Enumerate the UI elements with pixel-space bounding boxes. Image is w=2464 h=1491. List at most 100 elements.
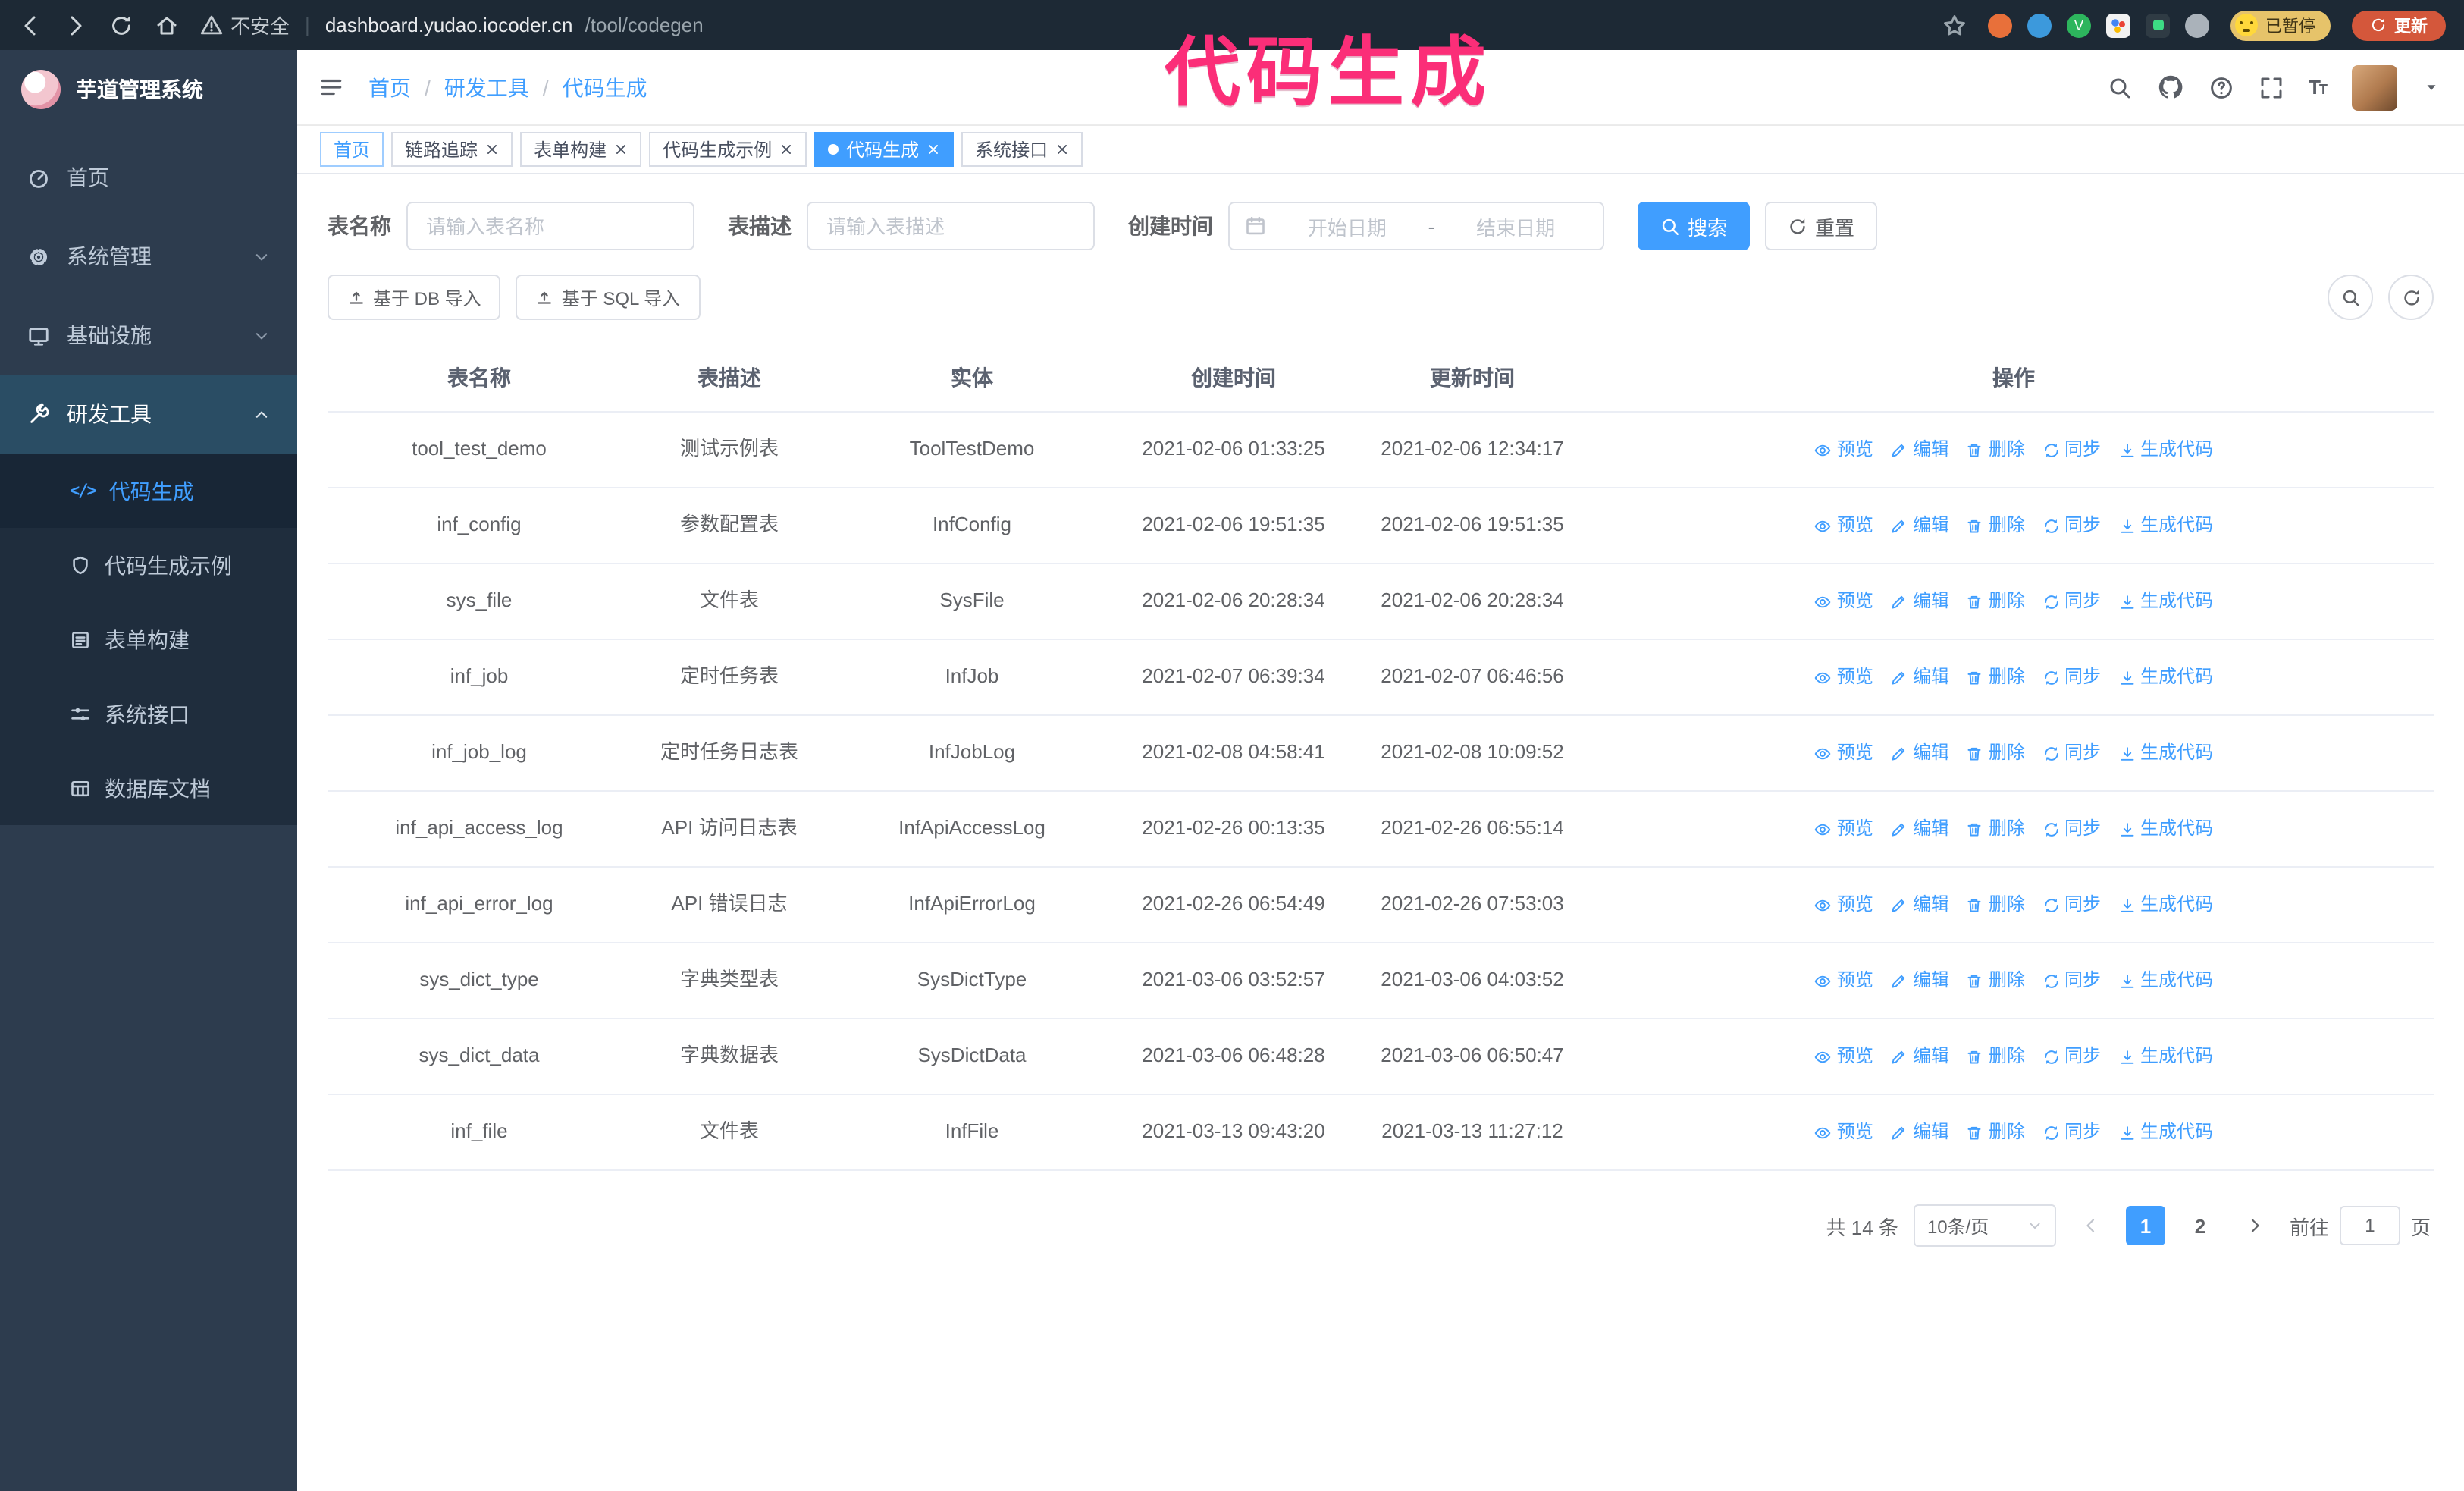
tab[interactable]: 链路追踪 <box>391 132 513 167</box>
next-page-button[interactable] <box>2235 1206 2274 1245</box>
preview-link[interactable]: 预览 <box>1814 890 1873 918</box>
sidebar-item-system[interactable]: 系统管理 <box>0 217 297 296</box>
delete-link[interactable]: 删除 <box>1966 511 2025 539</box>
sidebar-toggle-icon[interactable] <box>318 74 344 100</box>
preview-link[interactable]: 预览 <box>1814 511 1873 539</box>
sync-link[interactable]: 同步 <box>2042 1042 2101 1070</box>
reset-button[interactable]: 重置 <box>1765 202 1878 250</box>
edit-link[interactable]: 编辑 <box>1890 511 1949 539</box>
create-time-range-picker[interactable]: 开始日期 - 结束日期 <box>1228 202 1604 250</box>
address-bar[interactable]: 不安全 | dashboard.yudao.iocoder.cn/tool/co… <box>200 11 1967 39</box>
sync-link[interactable]: 同步 <box>2042 1118 2101 1146</box>
preview-link[interactable]: 预览 <box>1814 966 1873 994</box>
tab-close-icon[interactable] <box>614 143 628 156</box>
tab-close-icon[interactable] <box>485 143 499 156</box>
delete-link[interactable]: 删除 <box>1966 890 2025 918</box>
extension-icon[interactable]: V <box>2067 13 2091 37</box>
generate-code-link[interactable]: 生成代码 <box>2118 966 2213 994</box>
page-button-2[interactable]: 2 <box>2180 1206 2220 1245</box>
sidebar-item-infra[interactable]: 基础设施 <box>0 296 297 375</box>
toggle-search-button[interactable] <box>2328 275 2373 320</box>
edit-link[interactable]: 编辑 <box>1890 815 1949 843</box>
sync-link[interactable]: 同步 <box>2042 587 2101 615</box>
browser-update-button[interactable]: 更新 <box>2352 10 2446 40</box>
generate-code-link[interactable]: 生成代码 <box>2118 663 2213 691</box>
prev-page-button[interactable] <box>2071 1206 2111 1245</box>
profile-paused-badge[interactable]: 已暂停 <box>2230 10 2331 40</box>
edit-link[interactable]: 编辑 <box>1890 663 1949 691</box>
sidebar-item-codegen-example[interactable]: 代码生成示例 <box>0 528 297 602</box>
github-icon[interactable] <box>2157 74 2183 100</box>
sidebar-item-home[interactable]: 首页 <box>0 138 297 217</box>
extension-icon[interactable] <box>2146 13 2170 37</box>
font-size-icon[interactable]: TT <box>2309 76 2328 99</box>
generate-code-link[interactable]: 生成代码 <box>2118 511 2213 539</box>
tab[interactable]: 系统接口 <box>961 132 1083 167</box>
app-logo[interactable]: 芋道管理系统 <box>0 50 297 129</box>
table-desc-input[interactable] <box>807 202 1095 250</box>
preview-link[interactable]: 预览 <box>1814 1042 1873 1070</box>
sidebar-item-form-builder[interactable]: 表单构建 <box>0 602 297 676</box>
page-size-select[interactable]: 10条/页 <box>1913 1204 2056 1247</box>
sidebar-item-codegen[interactable]: </> 代码生成 <box>0 454 297 528</box>
breadcrumb-devtools[interactable]: 研发工具 <box>444 72 529 102</box>
preview-link[interactable]: 预览 <box>1814 663 1873 691</box>
forward-icon[interactable] <box>64 13 88 37</box>
delete-link[interactable]: 删除 <box>1966 815 2025 843</box>
fullscreen-icon[interactable] <box>2259 75 2283 99</box>
user-avatar[interactable] <box>2352 64 2397 110</box>
back-icon[interactable] <box>18 13 42 37</box>
generate-code-link[interactable]: 生成代码 <box>2118 815 2213 843</box>
reload-icon[interactable] <box>109 13 133 37</box>
table-name-input[interactable] <box>406 202 694 250</box>
delete-link[interactable]: 删除 <box>1966 739 2025 767</box>
generate-code-link[interactable]: 生成代码 <box>2118 890 2213 918</box>
breadcrumb-home[interactable]: 首页 <box>368 72 411 102</box>
generate-code-link[interactable]: 生成代码 <box>2118 1118 2213 1146</box>
sync-link[interactable]: 同步 <box>2042 435 2101 463</box>
preview-link[interactable]: 预览 <box>1814 587 1873 615</box>
refresh-table-button[interactable] <box>2388 275 2434 320</box>
sidebar-item-devtools[interactable]: 研发工具 <box>0 375 297 454</box>
sync-link[interactable]: 同步 <box>2042 966 2101 994</box>
tab[interactable]: 代码生成 <box>814 132 955 167</box>
sync-link[interactable]: 同步 <box>2042 890 2101 918</box>
sync-link[interactable]: 同步 <box>2042 815 2101 843</box>
generate-code-link[interactable]: 生成代码 <box>2118 739 2213 767</box>
delete-link[interactable]: 删除 <box>1966 663 2025 691</box>
edit-link[interactable]: 编辑 <box>1890 587 1949 615</box>
search-button[interactable]: 搜索 <box>1638 202 1751 250</box>
help-icon[interactable] <box>2209 75 2233 99</box>
preview-link[interactable]: 预览 <box>1814 435 1873 463</box>
import-db-button[interactable]: 基于 DB 导入 <box>328 275 501 320</box>
edit-link[interactable]: 编辑 <box>1890 1042 1949 1070</box>
tab[interactable]: 代码生成示例 <box>649 132 807 167</box>
extension-icon[interactable] <box>2027 13 2052 37</box>
search-icon[interactable] <box>2107 75 2131 99</box>
tab[interactable]: 表单构建 <box>520 132 642 167</box>
security-status[interactable]: 不安全 <box>200 11 290 39</box>
tab[interactable]: 首页 <box>320 132 384 167</box>
sync-link[interactable]: 同步 <box>2042 663 2101 691</box>
edit-link[interactable]: 编辑 <box>1890 966 1949 994</box>
import-sql-button[interactable]: 基于 SQL 导入 <box>516 275 701 320</box>
sidebar-item-system-api[interactable]: 系统接口 <box>0 676 297 751</box>
preview-link[interactable]: 预览 <box>1814 815 1873 843</box>
sync-link[interactable]: 同步 <box>2042 739 2101 767</box>
delete-link[interactable]: 删除 <box>1966 966 2025 994</box>
page-button-1[interactable]: 1 <box>2125 1206 2165 1245</box>
goto-page-input[interactable] <box>2339 1206 2400 1245</box>
delete-link[interactable]: 删除 <box>1966 587 2025 615</box>
extension-icon[interactable] <box>2106 13 2130 37</box>
tab-close-icon[interactable] <box>926 143 940 156</box>
home-icon[interactable] <box>155 13 179 37</box>
edit-link[interactable]: 编辑 <box>1890 890 1949 918</box>
preview-link[interactable]: 预览 <box>1814 739 1873 767</box>
bookmark-star-icon[interactable] <box>1942 13 1967 37</box>
edit-link[interactable]: 编辑 <box>1890 435 1949 463</box>
sidebar-item-db-doc[interactable]: 数据库文档 <box>0 751 297 825</box>
extension-icon[interactable] <box>2185 13 2209 37</box>
tab-close-icon[interactable] <box>779 143 793 156</box>
tab-close-icon[interactable] <box>1055 143 1069 156</box>
generate-code-link[interactable]: 生成代码 <box>2118 1042 2213 1070</box>
